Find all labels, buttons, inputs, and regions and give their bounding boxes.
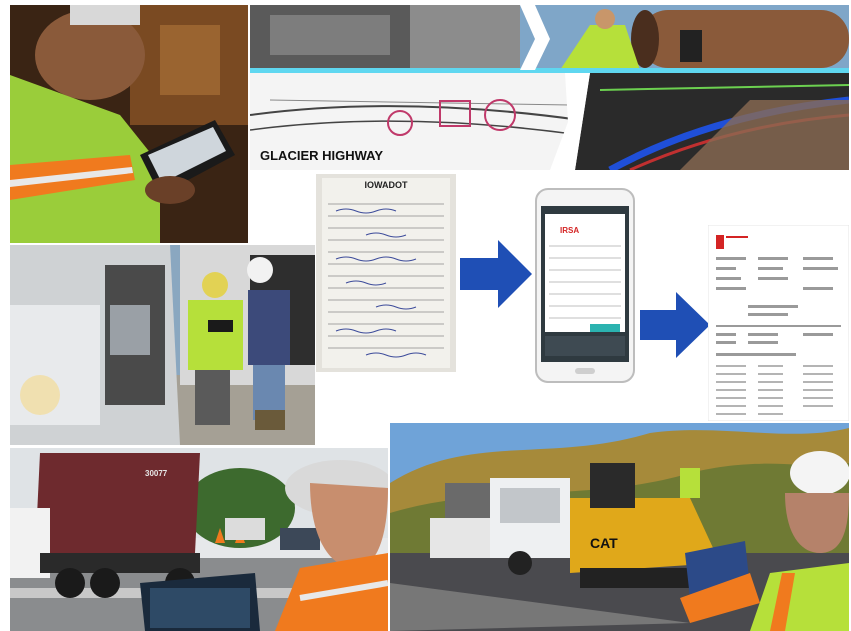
ticket-brand: IOWADOT [365,180,408,190]
truck-number: 30077 [145,469,168,478]
banner-plans-and-models: GLACIER HIGHWAY [250,5,849,170]
smartphone-app: IRSA [535,188,635,383]
plan-label: GLACIER HIGHWAY [260,148,383,163]
workflow-collage: GLACIER HIGHWAY IOWADOT IRSA 30077 CAT [0,0,851,631]
paper-ticket: IOWADOT [316,174,456,372]
right-arrow-icon [640,292,710,358]
digital-report-document [708,225,849,421]
paver-brand: CAT [590,535,618,551]
photo-paving-operation: CAT [390,423,849,631]
photo-night-worker-tablet [10,5,248,243]
right-arrow-icon [460,240,532,308]
photo-truck-inspection [10,245,315,445]
phone-app-brand: IRSA [560,226,579,235]
photo-dump-truck-tablet: 30077 [10,448,388,631]
